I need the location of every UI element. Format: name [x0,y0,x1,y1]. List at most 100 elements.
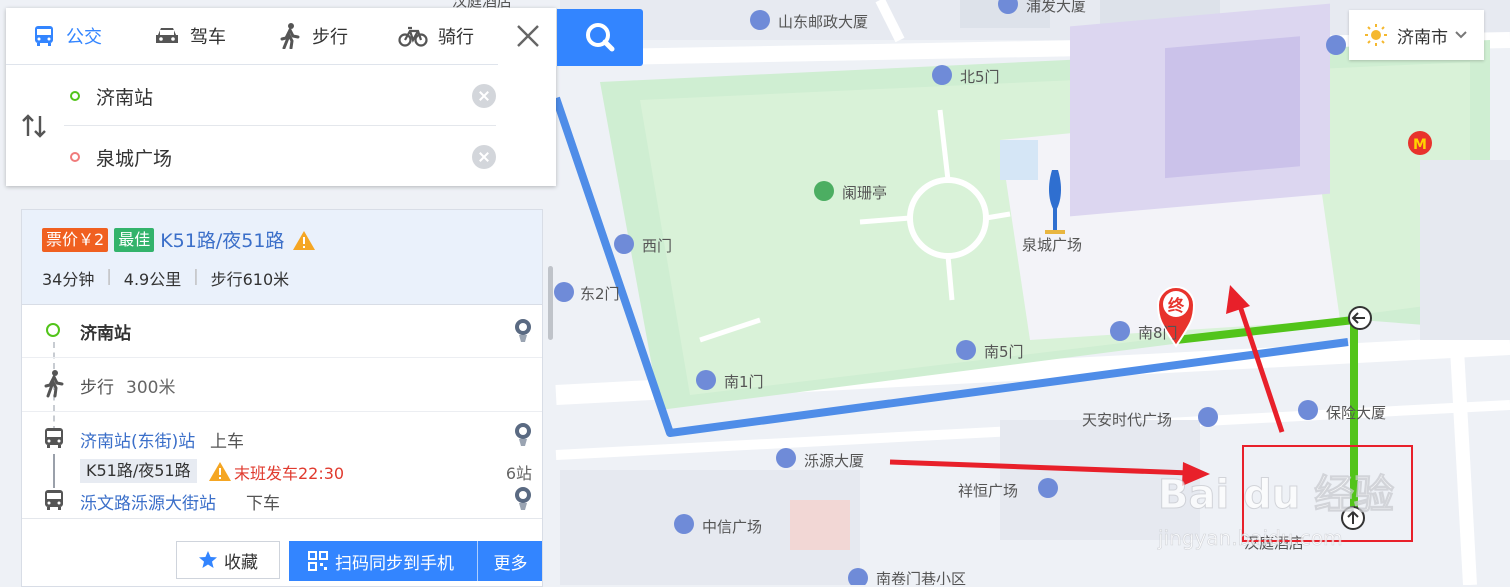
chevron-down-icon [1455,31,1467,39]
locate-pin-icon[interactable] [514,422,532,448]
svg-text:南8门: 南8门 [1138,324,1178,342]
last-bus-time: 末班发车22:30 [234,464,345,483]
star-icon [199,551,217,568]
close-icon[interactable] [514,22,542,50]
result-footer: 收藏 扫码同步到手机 更多 [22,518,542,586]
favorite-label: 收藏 [224,552,258,573]
tab-walk[interactable]: 步行 [278,8,348,64]
bike-icon [398,26,428,47]
poi-luoyuan[interactable]: 泺源大厦 [776,448,864,470]
locate-pin-icon[interactable] [514,318,532,344]
poi-east2[interactable]: 东2门 [554,282,620,303]
fare-tag: 票价￥2 [42,227,109,252]
svg-text:M: M [1413,137,1427,153]
locate-pin-icon[interactable] [514,486,532,512]
walk-distance: 300米 [126,378,176,398]
sun-weather-icon [1365,24,1387,46]
mcdonalds-icon[interactable]: M [1408,131,1432,155]
route-search-panel: 公交 驾车 步行 骑行 [6,8,556,186]
map-block [1420,160,1510,340]
plan-summary[interactable]: 票价￥2 最佳 K51路/夜51路 34分钟 | 4.9公里 | 步行610米 [22,210,542,305]
bus-icon [35,26,53,46]
warning-icon [209,462,231,481]
poi-top2[interactable]: 浦发大厦 [998,0,1086,15]
svg-text:西门: 西门 [642,237,672,255]
step-start[interactable]: 济南站 [22,305,542,358]
tab-bus[interactable]: 公交 [32,8,102,64]
alight-action: 下车 [246,494,280,514]
board-station[interactable]: 济南站(东街)站 [80,427,195,452]
transit-result-panel: 票价￥2 最佳 K51路/夜51路 34分钟 | 4.9公里 | 步行610米 济南… [21,209,543,587]
poi-pavilion[interactable]: 阑珊亭 [814,181,887,202]
favorite-button[interactable]: 收藏 [176,541,280,579]
tab-bus-label: 公交 [66,27,102,48]
start-dot-icon [70,91,80,101]
start-point-icon [46,323,60,337]
bus-icon [45,490,63,510]
step-walk[interactable]: 步行 300米 [22,358,542,412]
clear-end-button[interactable] [472,145,496,169]
sync-label: 扫码同步到手机 [335,553,454,574]
end-dot-icon [70,152,80,162]
poi-west-gate[interactable]: 西门 [614,234,672,255]
search-button[interactable] [557,9,643,66]
start-input[interactable] [94,84,438,108]
start-field [64,67,496,126]
svg-text:Bai du 经验: Bai du 经验 [1158,472,1394,518]
end-input[interactable] [94,145,438,169]
svg-text:天安时代广场: 天安时代广场 [1082,411,1172,429]
travel-mode-tabs: 公交 驾车 步行 骑行 [6,8,498,65]
svg-text:泉城广场: 泉城广场 [1022,236,1082,254]
tab-drive[interactable]: 驾车 [154,8,226,64]
plan-walk: 步行610米 [210,270,290,289]
svg-text:南卷门巷小区: 南卷门巷小区 [876,570,966,585]
swap-direction-icon[interactable] [20,112,48,140]
svg-text:南5门: 南5门 [984,343,1024,361]
svg-text:浦发大厦: 浦发大厦 [1026,0,1086,15]
map-block [1000,140,1038,180]
svg-text:北5门: 北5门 [960,68,1000,86]
svg-text:阑珊亭: 阑珊亭 [842,184,887,202]
end-field [64,128,496,186]
sync-to-phone-button[interactable]: 扫码同步到手机 更多 [289,541,542,581]
svg-text:保险大厦: 保险大厦 [1326,404,1386,422]
svg-text:jingyan.baidu.com: jingyan.baidu.com [1157,526,1343,550]
step-start-name: 济南站 [80,324,131,344]
poi-south5[interactable]: 南5门 [956,340,1024,361]
poi-zhongxin[interactable]: 中信广场 [674,514,762,536]
city-selector[interactable]: 济南市 [1349,10,1484,60]
svg-text:东2门: 东2门 [580,285,620,303]
poi-south8[interactable]: 南8门 [1110,321,1178,342]
walk-label: 步行 [80,378,114,398]
alight-station[interactable]: 泺文路泺源大街站 [80,489,216,514]
poi-south1[interactable]: 南1门 [696,370,764,391]
tab-bike[interactable]: 骑行 [398,8,474,64]
plan-line-name: K51路/夜51路 [160,230,285,252]
bus-line-badge[interactable]: K51路/夜51路 [80,459,197,483]
poi-baoxian[interactable]: 保险大厦 [1298,400,1386,422]
step-bus[interactable]: 济南站(东街)站 上车 K51路/夜51路 末班发车22:30 6站 泺文路泺源… [22,412,542,518]
warning-icon [293,230,316,250]
poi-north5[interactable]: 北5门 [932,65,1000,86]
bus-icon [45,428,63,448]
best-tag: 最佳 [114,227,155,252]
svg-text:南1门: 南1门 [724,373,764,391]
poi-top-right[interactable] [1326,35,1346,55]
svg-text:泺源大厦: 泺源大厦 [804,452,864,470]
svg-text:山东邮政大厦: 山东邮政大厦 [778,13,868,31]
more-button[interactable]: 更多 [477,541,542,581]
clear-start-button[interactable] [472,84,496,108]
walk-icon [280,23,300,49]
tab-drive-label: 驾车 [190,27,226,48]
tab-bike-label: 骑行 [438,27,474,48]
end-marker-label: 终 [1168,296,1185,315]
bus-connector [53,454,55,488]
svg-text:中信广场: 中信广场 [702,518,762,536]
svg-text:祥恒广场: 祥恒广场 [958,482,1018,500]
search-icon [586,23,615,52]
poi-square[interactable]: 泉城广场 [1022,236,1082,254]
plan-duration: 34分钟 [42,270,95,289]
walk-icon [44,370,64,398]
result-scrollbar[interactable] [548,266,553,340]
tab-walk-label: 步行 [312,27,348,48]
